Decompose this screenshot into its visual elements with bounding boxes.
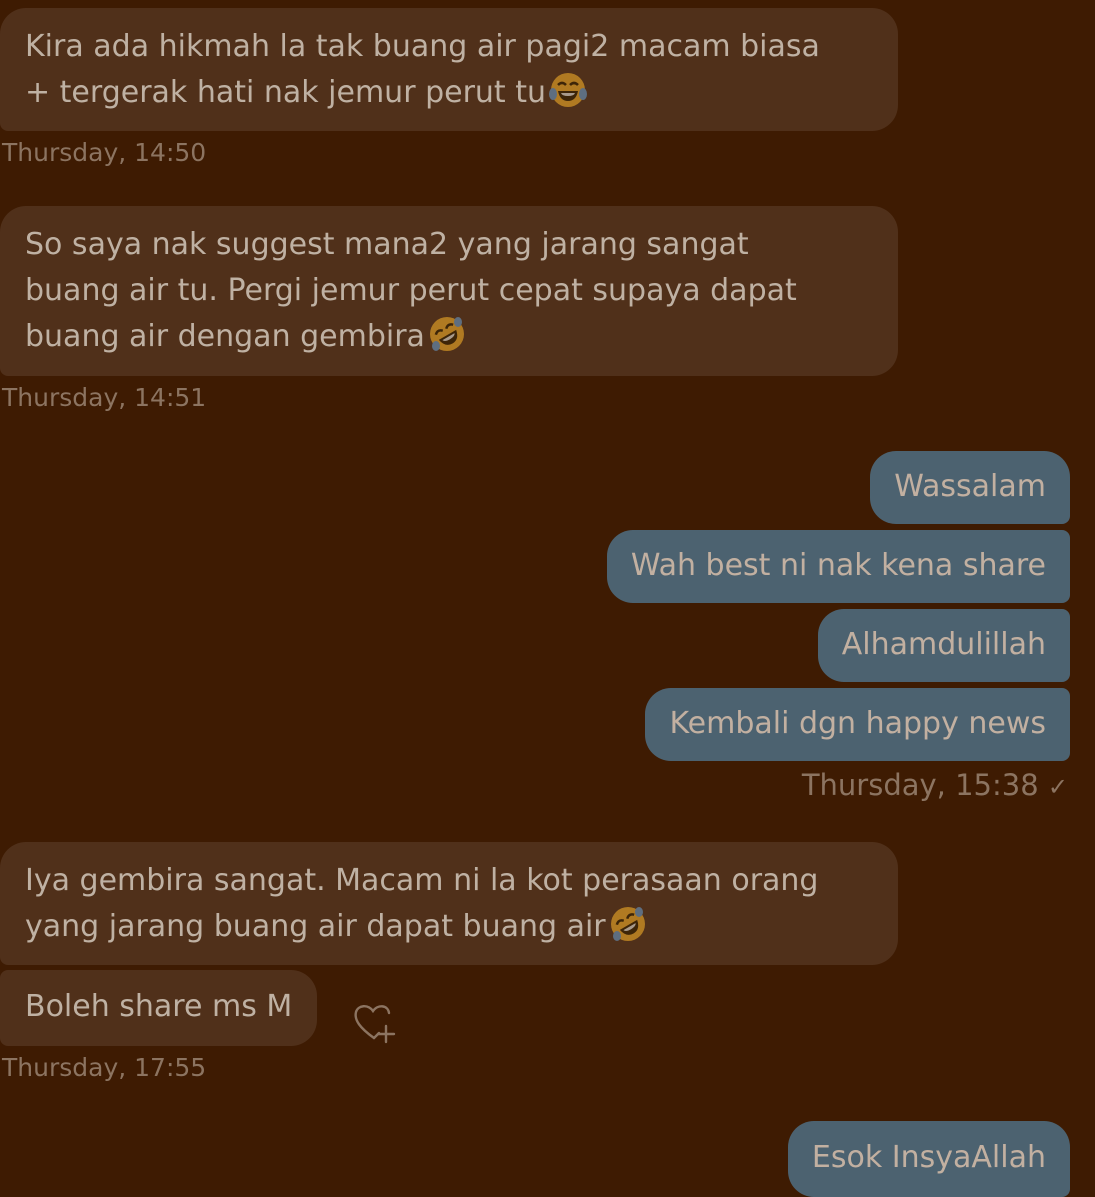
message-bubble-received[interactable]: So saya nak suggest mana2 yang jarang sa…	[0, 206, 898, 376]
message-timestamp: Thursday, 14:50	[2, 138, 207, 167]
read-check-icon: ✓	[1047, 773, 1068, 801]
message-line: Iya gembira sangat. Macam ni la kot pera…	[25, 863, 819, 898]
message-bubble-sent[interactable]: Wassalam	[870, 451, 1070, 524]
message-line: So saya nak suggest mana2 yang jarang sa…	[25, 227, 749, 262]
message-bubble-received[interactable]: Boleh share ms M	[0, 970, 318, 1046]
message-text: Esok InsyaAllah	[811, 1140, 1046, 1175]
message-bubble-sent[interactable]: Esok InsyaAllah	[787, 1121, 1070, 1197]
message-bubble-sent[interactable]: Alhamdulillah	[817, 609, 1070, 682]
add-reaction-heart-icon[interactable]	[352, 1000, 400, 1046]
message-text: Kembali dgn happy news	[669, 706, 1046, 741]
message-text: Wassalam	[894, 469, 1046, 504]
rolling-on-floor-laughing-icon	[429, 317, 464, 351]
message-bubble-received[interactable]: Kira ada hikmah la tak buang air pagi2 m…	[0, 8, 898, 131]
message-timestamp: Thursday, 14:51	[2, 383, 207, 412]
message-bubble-received[interactable]: Iya gembira sangat. Macam ni la kot pera…	[0, 842, 898, 965]
message-line: buang air dengan gembira	[25, 314, 873, 360]
message-text: Boleh share ms M	[25, 989, 293, 1024]
message-line: Kira ada hikmah la tak buang air pagi2 m…	[25, 29, 820, 64]
message-timestamp: Thursday, 15:38 ✓	[801, 768, 1068, 802]
message-bubble-sent[interactable]: Kembali dgn happy news	[645, 688, 1070, 761]
message-line: + tergerak hati nak jemur perut tu	[25, 70, 873, 116]
message-text: Alhamdulillah	[841, 627, 1046, 662]
face-with-tears-of-joy-icon	[549, 73, 587, 107]
message-text: Wah best ni nak kena share	[630, 548, 1046, 583]
message-line: buang air tu. Pergi jemur perut cepat su…	[25, 273, 797, 308]
message-bubble-sent[interactable]: Wah best ni nak kena share	[606, 530, 1070, 603]
message-line: yang jarang buang air dapat buang air	[25, 904, 873, 950]
message-timestamp: Thursday, 17:55	[2, 1053, 207, 1082]
rolling-on-floor-laughing-icon	[610, 907, 645, 941]
